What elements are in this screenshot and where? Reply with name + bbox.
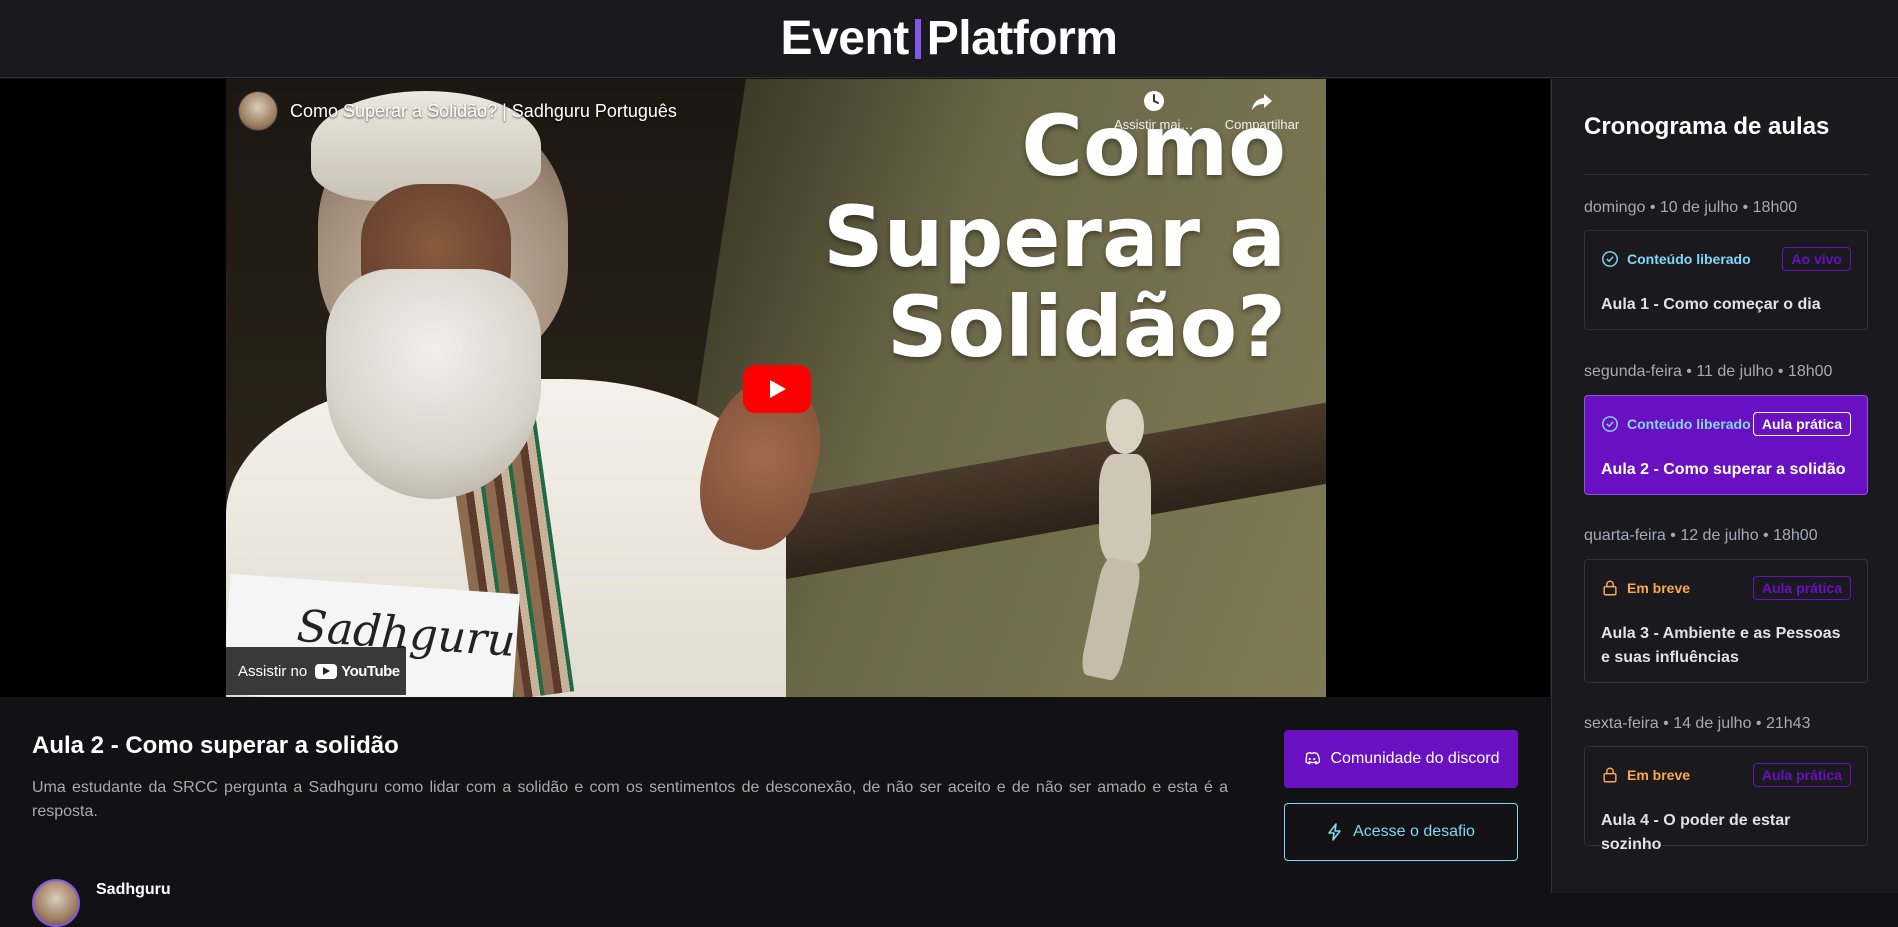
- video-title-row: Como Superar a Solidão? | Sadhguru Portu…: [238, 91, 677, 131]
- lesson-status: Conteúdo liberado: [1601, 250, 1751, 268]
- lesson-status-label: Em breve: [1627, 767, 1691, 783]
- youtube-logo-text: YouTube: [341, 662, 400, 680]
- lesson-title: Aula 2 - Como superar a solidão: [32, 732, 399, 759]
- card-header: Conteúdo liberado Ao vivo: [1601, 247, 1851, 271]
- video-actions: Assistir mais tarde Compartilhar: [1114, 89, 1302, 132]
- logo-text-platform: Platform: [926, 12, 1118, 65]
- share-button[interactable]: Compartilhar: [1222, 89, 1302, 132]
- card-header: Em breve Aula prática: [1601, 576, 1851, 600]
- challenge-button[interactable]: Acesse o desafio: [1284, 803, 1518, 861]
- video-section: Sadhguru Como Superar a Solidão? Como Su…: [0, 79, 1550, 697]
- logo-divider: [914, 18, 921, 59]
- lesson-type-tag: Ao vivo: [1782, 247, 1851, 271]
- watch-later-button[interactable]: Assistir mais tarde: [1114, 89, 1194, 132]
- play-button[interactable]: [743, 365, 811, 413]
- lesson-type-tag: Aula prática: [1752, 763, 1851, 787]
- lesson-status-label: Conteúdo liberado: [1627, 251, 1751, 267]
- lesson-card-3[interactable]: Em breve Aula prática Aula 3 - Ambiente …: [1584, 559, 1868, 683]
- lesson-type-tag: Aula prática: [1752, 576, 1851, 600]
- youtube-logo: YouTube: [315, 662, 400, 680]
- mannequin-head: [1106, 399, 1144, 454]
- event-platform-logo[interactable]: Event Platform: [781, 11, 1118, 66]
- youtube-triangle-icon: [323, 667, 331, 675]
- lesson-card-title: Aula 3 - Ambiente e as Pessoas e suas in…: [1601, 625, 1841, 666]
- share-icon: [1252, 94, 1272, 110]
- lock-icon: [1603, 580, 1617, 596]
- check-circle-icon: [1602, 416, 1618, 432]
- sidebar-divider: [1584, 174, 1868, 175]
- lesson-details: Aula 2 - Como superar a solidão Uma estu…: [0, 697, 1550, 927]
- card-header: Em breve Aula prática: [1601, 763, 1851, 787]
- lesson-date: domingo • 10 de julho • 18h00: [1584, 199, 1798, 216]
- lesson-status: Em breve: [1601, 766, 1690, 784]
- lesson-type-tag: Aula prática: [1752, 412, 1851, 436]
- video-title[interactable]: Como Superar a Solidão? | Sadhguru Portu…: [290, 101, 677, 122]
- lesson-status-label: Em breve: [1627, 580, 1691, 596]
- sidebar-title: Cronograma de aulas: [1584, 113, 1830, 140]
- watch-on-youtube-button[interactable]: Assistir no YouTube: [226, 647, 406, 695]
- challenge-button-label: Acesse o desafio: [1353, 823, 1475, 840]
- lightning-icon: [1328, 823, 1341, 841]
- thumbnail-overlay-text: Como Superar a Solidão?: [823, 97, 1286, 377]
- discord-icon: [1304, 751, 1320, 765]
- youtube-embed[interactable]: Sadhguru Como Superar a Solidão? Como Su…: [226, 79, 1326, 697]
- lesson-status: Em breve: [1601, 579, 1690, 597]
- share-label: Compartilhar: [1224, 117, 1300, 132]
- lesson-card-1[interactable]: Conteúdo liberado Ao vivo Aula 1 - Como …: [1584, 230, 1868, 330]
- lesson-card-title: Aula 2 - Como superar a solidão: [1601, 461, 1846, 478]
- lesson-date: segunda-feira • 11 de julho • 18h00: [1584, 363, 1833, 380]
- author-info: Sadhguru: [32, 879, 171, 927]
- lesson-status-label: Conteúdo liberado: [1627, 416, 1751, 432]
- watch-later-label: Assistir mais tarde: [1114, 117, 1194, 132]
- check-circle-icon: [1602, 251, 1618, 267]
- lesson-card-4[interactable]: Em breve Aula prática Aula 4 - O poder d…: [1584, 746, 1868, 853]
- discord-button-label: Comunidade do discord: [1330, 750, 1500, 767]
- mannequin-leg: [1078, 556, 1144, 682]
- thumbnail-mannequin: [1078, 399, 1171, 689]
- lesson-card-title: Aula 1 - Como começar o dia: [1601, 296, 1821, 313]
- channel-avatar[interactable]: [238, 91, 278, 131]
- lesson-card-title: Aula 4 - O poder de estar sozinho: [1601, 812, 1791, 853]
- lesson-schedule-sidebar: Cronograma de aulas domingo • 10 de julh…: [1551, 79, 1898, 893]
- logo-text-event: Event: [780, 12, 910, 65]
- lesson-description: Uma estudante da SRCC pergunta a Sadhgur…: [32, 779, 1228, 820]
- lesson-date: sexta-feira • 14 de julho • 21h43: [1584, 715, 1811, 732]
- youtube-play-icon: [315, 663, 338, 679]
- clock-icon: [1144, 91, 1164, 111]
- mannequin-body: [1099, 454, 1151, 564]
- lesson-card-2[interactable]: Conteúdo liberado Aula prática Aula 2 - …: [1584, 395, 1868, 495]
- card-header: Conteúdo liberado Aula prática: [1601, 412, 1851, 436]
- watch-on-label: Assistir no: [238, 662, 308, 680]
- thumbnail-beard: [326, 269, 541, 499]
- author-avatar: [32, 879, 80, 927]
- discord-community-button[interactable]: Comunidade do discord: [1284, 730, 1518, 788]
- lesson-date: quarta-feira • 12 de julho • 18h00: [1584, 527, 1818, 544]
- author-name: Sadhguru: [96, 881, 171, 898]
- play-icon: [770, 380, 786, 398]
- lock-icon: [1603, 767, 1617, 783]
- top-header: Event Platform: [0, 0, 1898, 78]
- lesson-status: Conteúdo liberado: [1601, 415, 1751, 433]
